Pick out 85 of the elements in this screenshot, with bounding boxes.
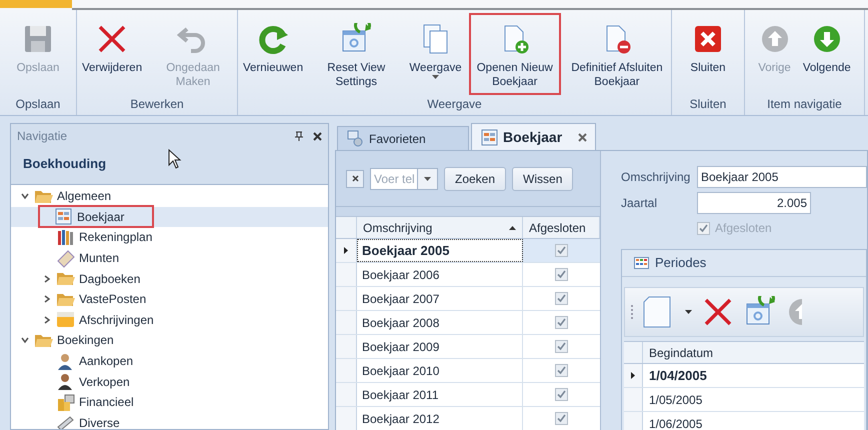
table-cell: Boekjaar 2012 <box>357 407 523 430</box>
person-icon <box>56 372 75 392</box>
section-title: Boekhouding <box>23 156 106 171</box>
tree-item[interactable]: Financieel <box>11 392 328 413</box>
text-field[interactable]: 2.005 <box>697 192 811 214</box>
field-label: Omschrijving <box>621 169 692 186</box>
text-field[interactable]: Boekjaar 2005 <box>697 166 867 188</box>
ribbon-button[interactable]: Definitief Afsluiten Boekjaar <box>562 13 671 95</box>
panel-title: Navigatie <box>17 128 68 145</box>
tree-item[interactable]: Rekeningplan <box>11 227 328 248</box>
ribbon-group-label: Sluiten <box>688 96 728 113</box>
grid-icon <box>634 257 649 269</box>
table-cell: Boekjaar 2005 <box>357 239 523 262</box>
banknote-icon <box>56 248 75 268</box>
tree-item[interactable]: VastePosten <box>11 288 328 310</box>
new-button[interactable] <box>643 296 692 328</box>
ribbon-tab-strip <box>0 0 72 8</box>
dropdown-button[interactable] <box>418 168 438 190</box>
ribbon-button[interactable]: Weergave <box>404 13 467 95</box>
pin-icon[interactable] <box>295 131 303 141</box>
row-indicator[interactable] <box>336 239 357 262</box>
cross-icon <box>702 296 734 328</box>
chevron-down-icon <box>21 336 29 344</box>
sort-ascending-icon <box>509 226 516 230</box>
chevron-right-icon <box>43 295 51 304</box>
ribbon-button[interactable]: Verwijderen <box>77 13 148 95</box>
panel-title: Periodes <box>655 254 706 272</box>
favorites-icon <box>346 129 365 148</box>
search-button[interactable]: Zoeken <box>444 166 506 190</box>
ribbon-group-label: Weergave <box>426 96 483 113</box>
tree-item[interactable]: Boekingen <box>11 330 328 351</box>
ribbon-group-label: Bewerken <box>129 96 185 113</box>
search-button[interactable]: Wissen <box>512 166 574 190</box>
table-cell: Boekjaar 2007 <box>357 287 523 310</box>
up-button[interactable] <box>786 296 802 328</box>
document-icon <box>643 296 671 328</box>
chevron-down-icon <box>21 192 29 200</box>
row-indicator[interactable] <box>624 364 643 387</box>
ribbon-button[interactable]: Volgende <box>798 13 856 95</box>
tree-item[interactable]: Boekjaar <box>11 206 328 228</box>
form-icon <box>54 207 73 226</box>
column-header[interactable]: Omschrijving <box>357 217 523 238</box>
tree-item[interactable]: Diverse <box>11 412 328 429</box>
table-cell: Boekjaar 2008 <box>357 311 523 334</box>
ribbon-button[interactable]: Openen Nieuw Boekjaar <box>468 13 561 95</box>
chevron-right-icon <box>43 316 51 324</box>
pointer-icon <box>168 149 182 169</box>
tree-item[interactable]: Aankopen <box>11 350 328 372</box>
tree-item[interactable]: Dagboeken <box>11 268 328 289</box>
close-icon <box>352 175 358 182</box>
ribbon-group-label: Item navigatie <box>766 96 843 113</box>
checkbox-label: Afgesloten <box>715 220 772 237</box>
ribbon-button[interactable]: Vernieuwen <box>238 13 308 95</box>
field-label: Jaartal <box>621 195 658 212</box>
coins-icon <box>56 392 75 412</box>
books-icon <box>56 228 75 247</box>
chevron-right-icon <box>43 274 51 283</box>
ribbon-group-label: Opslaan <box>14 96 62 113</box>
refresh-arrow-icon <box>257 23 290 55</box>
tree-item[interactable]: Munten <box>11 248 328 268</box>
search-field[interactable]: Voer tel <box>370 168 418 190</box>
delete-button[interactable] <box>702 296 734 328</box>
table-cell: Boekjaar 2006 <box>357 263 523 286</box>
table-cell-text: 1/06/2005 <box>648 416 704 430</box>
tree-item[interactable]: Algemeen <box>11 186 328 207</box>
tree-item[interactable]: Verkopen <box>11 371 328 392</box>
tree-item[interactable]: Afschrijvingen <box>11 310 328 330</box>
up-arrow-icon <box>786 296 802 328</box>
clear-filter-button[interactable] <box>346 170 364 188</box>
close-icon[interactable] <box>313 132 322 140</box>
ribbon-button[interactable]: Sluiten <box>685 13 731 95</box>
dropdown-caret-icon <box>424 176 431 180</box>
table-cell-text: 1/05/2005 <box>648 392 704 408</box>
dropdown-caret-icon <box>685 310 692 314</box>
close-icon[interactable] <box>578 132 587 142</box>
form-icon <box>480 128 499 146</box>
person-icon <box>56 352 75 371</box>
tab[interactable]: Boekjaar <box>471 123 596 150</box>
table-cell: Boekjaar 2010 <box>357 359 523 382</box>
table-cell: Boekjaar 2011 <box>357 383 523 406</box>
ribbon-button[interactable]: Reset View Settings <box>310 13 402 95</box>
tab[interactable]: Favorieten <box>337 126 469 150</box>
table-cell: Boekjaar 2009 <box>357 335 523 358</box>
table-cell-text: 1/04/2005 <box>648 366 708 385</box>
folder-icon <box>56 310 75 330</box>
